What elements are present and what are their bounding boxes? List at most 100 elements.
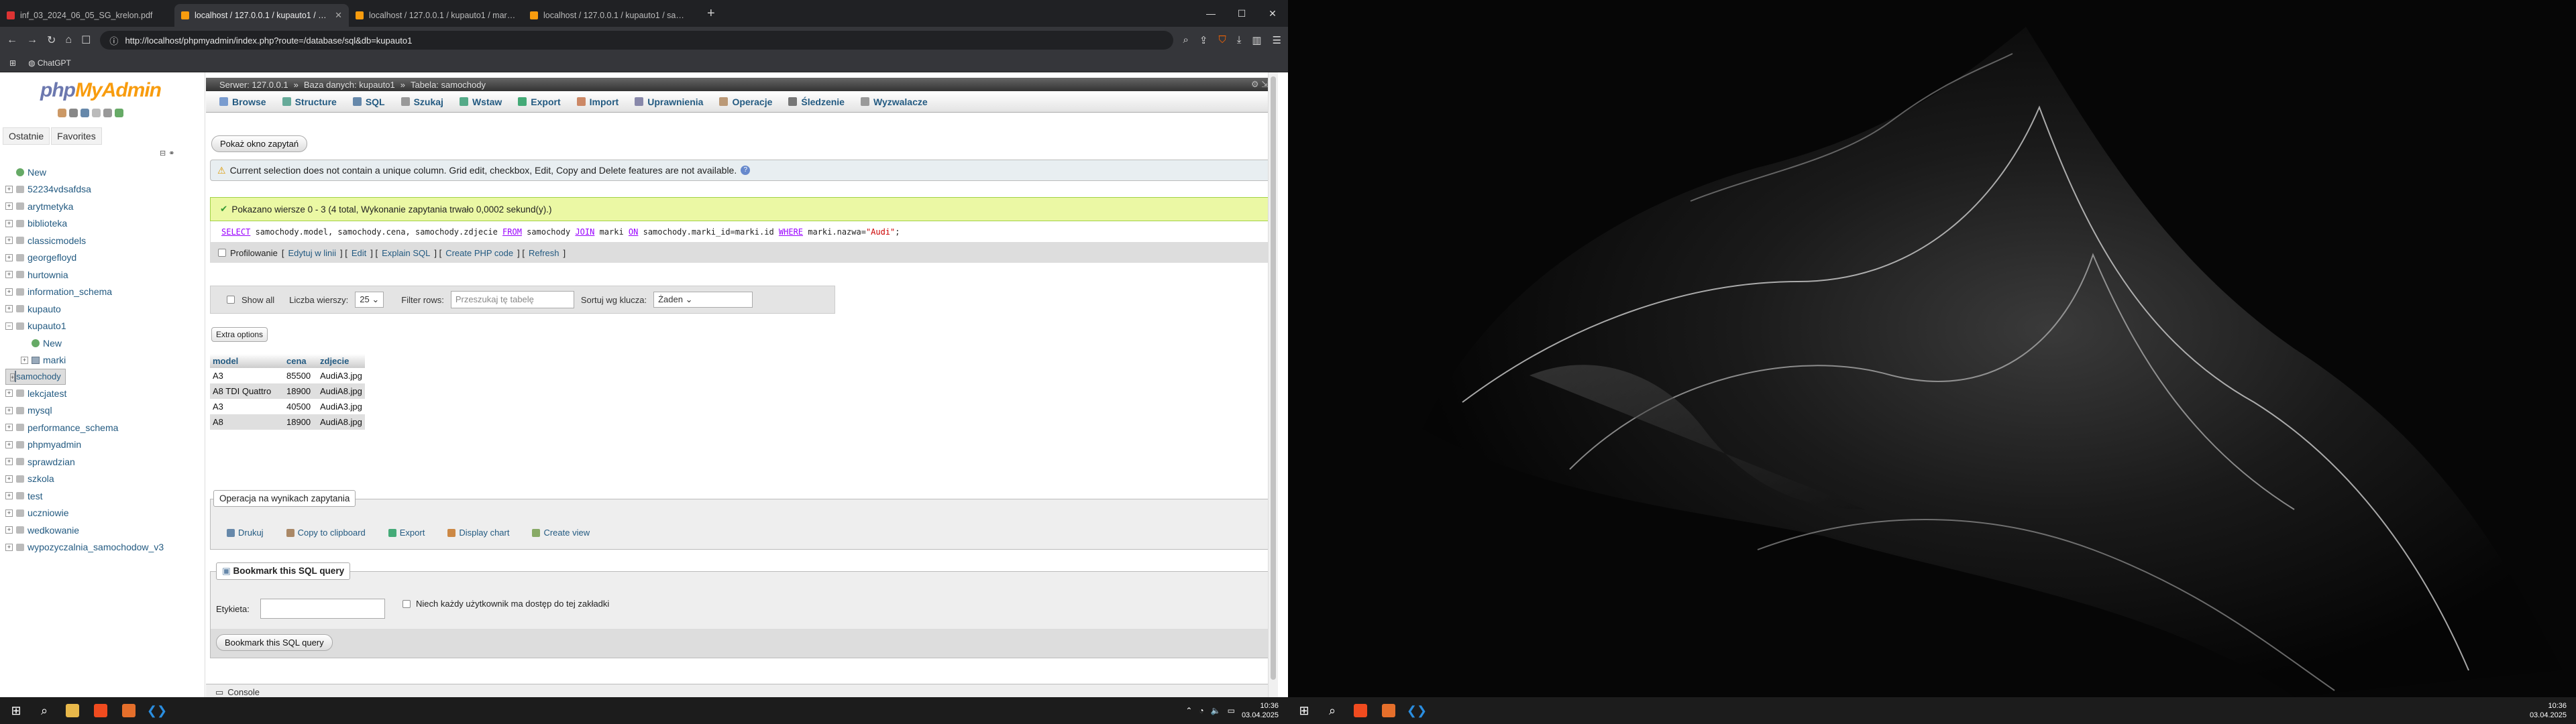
rows-select[interactable]: 25 ⌄ bbox=[355, 292, 384, 308]
refresh-link[interactable]: Refresh bbox=[529, 248, 559, 258]
tab-import[interactable]: Import bbox=[570, 91, 626, 113]
sidebar-icon[interactable]: ▥ bbox=[1252, 34, 1261, 46]
tab-śledzenie[interactable]: Śledzenie bbox=[782, 91, 851, 113]
tab-wstaw[interactable]: Wstaw bbox=[453, 91, 508, 113]
close-tab-icon[interactable]: ✕ bbox=[335, 10, 342, 21]
expand-icon[interactable]: + bbox=[5, 202, 13, 210]
tab-favorites[interactable]: Favorites bbox=[51, 127, 102, 145]
bookmark-chatgpt[interactable]: ◍ ChatGPT bbox=[28, 58, 71, 68]
breadcrumb-database[interactable]: Baza danych: kupauto1 bbox=[304, 80, 395, 90]
extra-options-button[interactable]: Extra options bbox=[211, 327, 268, 342]
file-explorer-icon[interactable] bbox=[60, 699, 85, 723]
home-icon[interactable]: ⌂ bbox=[65, 34, 72, 46]
expand-icon[interactable]: + bbox=[5, 492, 13, 500]
tab-browse[interactable]: Browse bbox=[213, 91, 273, 113]
expand-icon[interactable]: + bbox=[5, 509, 13, 517]
tree-item-kupauto[interactable]: + kupauto bbox=[5, 300, 204, 318]
expand-icon[interactable]: + bbox=[5, 237, 13, 245]
vscode-icon[interactable]: ❮❯ bbox=[1405, 699, 1429, 723]
start-icon[interactable]: ⊞ bbox=[4, 699, 28, 723]
network-icon[interactable]: ◔ bbox=[1199, 706, 1203, 715]
expand-icon[interactable]: + bbox=[5, 406, 13, 414]
battery-icon[interactable]: ▭ bbox=[1228, 706, 1235, 715]
column-header-zdjecie[interactable]: zdjecie bbox=[317, 354, 365, 368]
collapse-all-icon[interactable]: ⊟ bbox=[160, 149, 166, 158]
expand-icon[interactable]: + bbox=[5, 424, 13, 432]
expand-icon[interactable]: + bbox=[5, 219, 13, 227]
expand-icon[interactable]: + bbox=[5, 475, 13, 483]
expand-icon[interactable]: + bbox=[21, 356, 28, 364]
new-tab-button[interactable]: + bbox=[698, 6, 724, 21]
forward-icon[interactable]: → bbox=[27, 34, 38, 46]
tree-item-biblioteka[interactable]: + biblioteka bbox=[5, 215, 204, 233]
tree-item-information_schema[interactable]: + information_schema bbox=[5, 284, 204, 301]
search-icon[interactable]: ⌕ bbox=[1320, 699, 1344, 723]
maximize-icon[interactable]: ☐ bbox=[1226, 0, 1257, 27]
bookmark-icon[interactable]: ☐ bbox=[81, 34, 91, 47]
tree-item-lekcjatest[interactable]: + lekcjatest bbox=[5, 385, 204, 402]
tab-wyzwalacze[interactable]: Wyzwalacze bbox=[854, 91, 934, 113]
tree-item-wedkowanie[interactable]: + wedkowanie bbox=[5, 522, 204, 539]
start-icon[interactable]: ⊞ bbox=[1292, 699, 1316, 723]
show-query-box-button[interactable]: Pokaż okno zapytań bbox=[211, 135, 308, 152]
help-icon[interactable] bbox=[92, 109, 101, 117]
clock[interactable]: 10:36 03.04.2025 bbox=[2530, 701, 2567, 720]
settings-icon[interactable]: ⚙ ⇲ bbox=[1251, 79, 1269, 90]
expand-icon[interactable]: + bbox=[5, 440, 13, 448]
tree-item-sprawdzian[interactable]: + sprawdzian bbox=[5, 453, 204, 471]
expand-icon[interactable]: + bbox=[5, 543, 13, 551]
tree-item-performance_schema[interactable]: + performance_schema bbox=[5, 419, 204, 436]
phpmyadmin-logo[interactable]: phpMyAdmin bbox=[40, 79, 162, 102]
address-bar[interactable]: ⓘ http://localhost/phpmyadmin/index.php?… bbox=[100, 31, 1174, 50]
scrollbar[interactable] bbox=[1268, 72, 1278, 700]
logout-icon[interactable] bbox=[69, 109, 78, 117]
link-icon[interactable]: ⚭ bbox=[168, 149, 174, 158]
xampp-icon[interactable] bbox=[117, 699, 141, 723]
show-all-checkbox[interactable] bbox=[227, 296, 235, 304]
share-icon[interactable]: ⇪ bbox=[1199, 34, 1208, 46]
brave-browser-icon[interactable] bbox=[1348, 699, 1373, 723]
minimize-icon[interactable]: — bbox=[1195, 0, 1226, 27]
expand-icon[interactable]: + bbox=[5, 288, 13, 296]
tree-item-hurtownia[interactable]: + hurtownia bbox=[5, 266, 204, 284]
search-icon[interactable]: ⌕ bbox=[32, 699, 56, 723]
expand-icon[interactable]: + bbox=[5, 458, 13, 466]
tree-item-new[interactable]: New bbox=[5, 164, 204, 181]
info-icon[interactable]: ⓘ bbox=[109, 34, 118, 47]
reload-icon[interactable]: ↻ bbox=[47, 34, 56, 47]
brave-browser-icon[interactable] bbox=[89, 699, 113, 723]
tree-item-classicmodels[interactable]: + classicmodels bbox=[5, 232, 204, 249]
reload-nav-icon[interactable] bbox=[115, 109, 123, 117]
tab-szukaj[interactable]: Szukaj bbox=[394, 91, 450, 113]
tree-item-phpmyadmin[interactable]: + phpmyadmin bbox=[5, 436, 204, 454]
expand-icon[interactable]: + bbox=[5, 305, 13, 313]
collapse-icon[interactable]: − bbox=[5, 322, 13, 330]
op-drukuj[interactable]: Drukuj bbox=[227, 528, 264, 538]
tree-item-uczniowie[interactable]: + uczniowie bbox=[5, 505, 204, 522]
op-display-chart[interactable]: Display chart bbox=[447, 528, 509, 538]
help-icon[interactable]: ? bbox=[741, 166, 751, 175]
tree-item-kupauto1[interactable]: − kupauto1 bbox=[5, 318, 204, 335]
expand-icon[interactable]: + bbox=[5, 271, 13, 279]
tree-item-new[interactable]: New bbox=[5, 335, 204, 352]
tab-samochody-active[interactable]: localhost / 127.0.0.1 / kupauto1 / samoc… bbox=[174, 4, 349, 27]
tree-item-wypozyczalnia_samochodow_v3[interactable]: + wypozyczalnia_samochodow_v3 bbox=[5, 539, 204, 556]
close-window-icon[interactable]: ✕ bbox=[1257, 0, 1288, 27]
tab-uprawnienia[interactable]: Uprawnienia bbox=[628, 91, 710, 113]
back-icon[interactable]: ← bbox=[7, 34, 17, 46]
tree-item-georgefloyd[interactable]: + georgefloyd bbox=[5, 249, 204, 267]
brave-shield-icon[interactable]: ⛉ bbox=[1218, 34, 1226, 46]
menu-icon[interactable]: ☰ bbox=[1273, 34, 1281, 46]
explain-sql-link[interactable]: Explain SQL bbox=[382, 248, 430, 258]
tree-item-szkola[interactable]: + szkola bbox=[5, 471, 204, 488]
xampp-icon[interactable] bbox=[1377, 699, 1401, 723]
expand-icon[interactable]: + bbox=[5, 253, 13, 261]
breadcrumb-server[interactable]: Serwer: 127.0.0.1 bbox=[219, 80, 288, 90]
tab-operacje[interactable]: Operacje bbox=[712, 91, 779, 113]
settings-icon[interactable] bbox=[103, 109, 112, 117]
breadcrumb-table[interactable]: Tabela: samochody bbox=[411, 80, 486, 90]
tray-chevron-icon[interactable]: ⌃ bbox=[1185, 706, 1192, 715]
create-php-code-link[interactable]: Create PHP code bbox=[445, 248, 513, 258]
zoom-icon[interactable]: ⌕ bbox=[1183, 34, 1188, 46]
expand-icon[interactable]: + bbox=[5, 526, 13, 534]
